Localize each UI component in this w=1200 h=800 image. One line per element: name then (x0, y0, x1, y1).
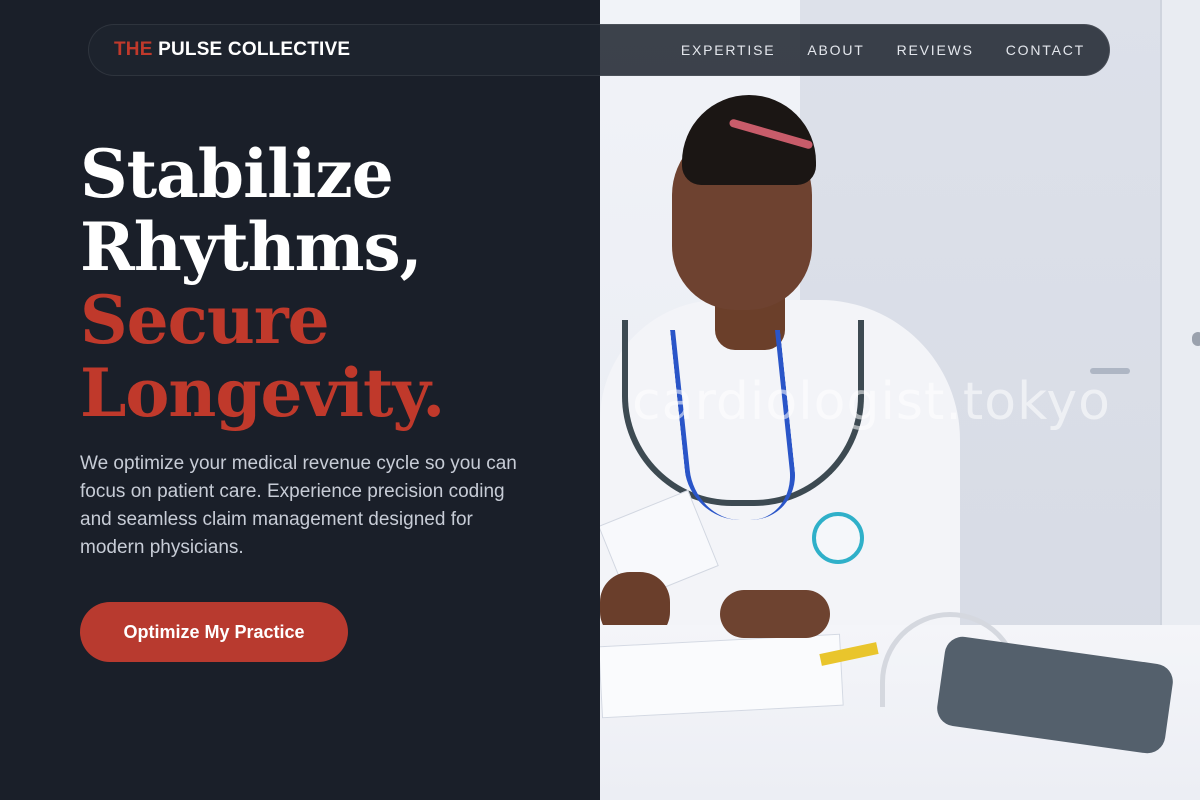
headline-line-1: Stabilize (80, 135, 394, 213)
nav-link-contact[interactable]: CONTACT (1006, 42, 1085, 58)
top-navbar: THE PULSE COLLECTIVE EXPERTISE ABOUT REV… (88, 24, 1110, 76)
headline-line-4: Longevity. (80, 354, 445, 432)
hero-headline: Stabilize Rhythms, Secure Longevity. (80, 135, 445, 432)
nav-link-reviews[interactable]: REVIEWS (897, 42, 974, 58)
hero-description: We optimize your medical revenue cycle s… (80, 453, 517, 558)
hero-photo: cardiologist.tokyo (600, 0, 1200, 800)
headline-line-2: Rhythms, (80, 208, 423, 286)
photo-hand-right (720, 590, 830, 638)
photo-badge (812, 512, 864, 564)
nav-link-expertise[interactable]: EXPERTISE (681, 42, 776, 58)
nav-link-about[interactable]: ABOUT (807, 42, 864, 58)
landing-page: cardiologist.tokyo THE PULSE COLLECTIVE … (0, 0, 1200, 800)
photo-paper-stack (600, 633, 844, 719)
optimize-practice-button[interactable]: Optimize My Practice (80, 602, 348, 662)
nav-links: EXPERTISE ABOUT REVIEWS CONTACT (681, 42, 1085, 58)
photo-door-knob (1192, 332, 1200, 346)
brand-name-text: PULSE COLLECTIVE (152, 39, 351, 60)
photo-watermark: cardiologist.tokyo (632, 372, 1111, 432)
brand-accent-text: THE (114, 39, 153, 60)
headline-line-3: Secure (80, 281, 330, 359)
brand-logo[interactable]: THE PULSE COLLECTIVE (114, 39, 350, 61)
